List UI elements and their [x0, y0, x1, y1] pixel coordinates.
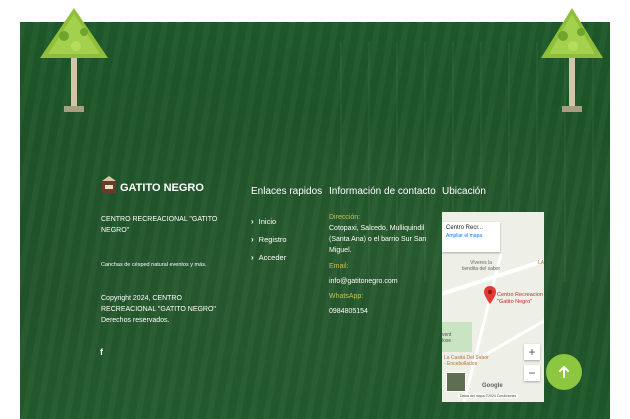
map-place-line: tiendita del sabor: [462, 266, 501, 272]
brand[interactable]: GATITO NEGRO: [101, 175, 204, 195]
about-line: NEGRO": [101, 227, 130, 234]
location-title: Ubicación: [442, 186, 486, 197]
about-line: CENTRO RECREACIONAL "GATITO: [101, 216, 218, 223]
tree-decoration-right: [541, 8, 603, 112]
contact-info: Dirección: Cotopaxi, Salcedo, Mulliquind…: [329, 212, 426, 317]
chevron-right-icon: ›: [251, 252, 254, 262]
map-card-link[interactable]: Ampliar el mapa: [442, 231, 500, 241]
google-logo: Google: [482, 383, 503, 389]
quick-links: › Inicio › Registro › Acceder: [251, 212, 287, 266]
link-label: Inicio: [258, 216, 277, 226]
map-label-viveres: Viveres la tiendita del sabor: [462, 260, 500, 272]
chevron-right-icon: ›: [251, 234, 254, 244]
link-registro[interactable]: › Registro: [251, 230, 287, 248]
map-place-line: - Encebollados: [444, 361, 478, 367]
map-pin-label: Centro Recreacion "Gatito Negro": [497, 292, 543, 306]
whatsapp-label: WhatsApp:: [329, 293, 364, 300]
map-edge-la: LA: [538, 260, 544, 266]
copyright: Copyright 2024, CENTRO RECREACIONAL "GAT…: [101, 293, 216, 326]
pin-label-line: "Gatito Negro": [497, 299, 533, 305]
link-inicio[interactable]: › Inicio: [251, 212, 287, 230]
copyright-line: Copyright 2024, CENTRO: [101, 295, 182, 302]
about-text: CENTRO RECREACIONAL "GATITO NEGRO": [101, 214, 217, 236]
logo-icon: [102, 176, 116, 193]
zoom-in-button[interactable]: +: [524, 344, 540, 360]
address-label: Dirección:: [329, 214, 361, 221]
back-to-top-button[interactable]: [546, 354, 582, 390]
facebook-icon[interactable]: f: [100, 347, 103, 357]
link-label: Acceder: [258, 252, 287, 262]
map-thumbnail[interactable]: [446, 372, 466, 392]
contact-title: Información de contacto: [329, 186, 436, 197]
link-label: Registro: [258, 234, 287, 244]
email-label: Email:: [329, 263, 349, 270]
link-acceder[interactable]: › Acceder: [251, 248, 287, 266]
links-title: Enlaces rapidos: [251, 186, 323, 197]
map-embed[interactable]: Centro Recr... Ampliar el mapa Viveres l…: [442, 212, 544, 402]
address-line: (Santa Ana) o el barrio Sur San: [329, 236, 427, 243]
map-card-title: Centro Recr...: [446, 225, 484, 231]
arrow-up-icon: [559, 366, 569, 378]
address-line: Cotopaxi, Salcedo, Mulliquindil: [329, 225, 425, 232]
map-edge-vent: vent lose: [442, 332, 451, 344]
tagline: Canchas de césped natural eventos y más.: [101, 262, 207, 268]
pin-label-line: Centro Recreacion: [497, 292, 543, 298]
chevron-right-icon: ›: [251, 216, 254, 226]
copyright-line: RECREACIONAL "GATITO NEGRO": [101, 306, 216, 313]
tree-decoration-left: [40, 8, 108, 112]
brand-name: GATITO NEGRO: [120, 182, 204, 194]
email-value[interactable]: info@gatitonegro.com: [329, 276, 426, 287]
map-marker-icon[interactable]: [484, 286, 496, 304]
whatsapp-value[interactable]: 0984805154: [329, 306, 426, 317]
address-line: Miguel.: [329, 247, 352, 254]
copyright-line: Derechos reservados.: [101, 317, 170, 324]
map-info-card[interactable]: Centro Recr... Ampliar el mapa: [442, 222, 500, 252]
zoom-out-button[interactable]: −: [524, 365, 540, 381]
edge-line: lose: [442, 338, 452, 344]
map-footer: Datos del mapa ©2024 Condiciones: [458, 394, 519, 398]
map-label-casita: La Casita Del Sabor - Encebollados: [444, 355, 489, 367]
